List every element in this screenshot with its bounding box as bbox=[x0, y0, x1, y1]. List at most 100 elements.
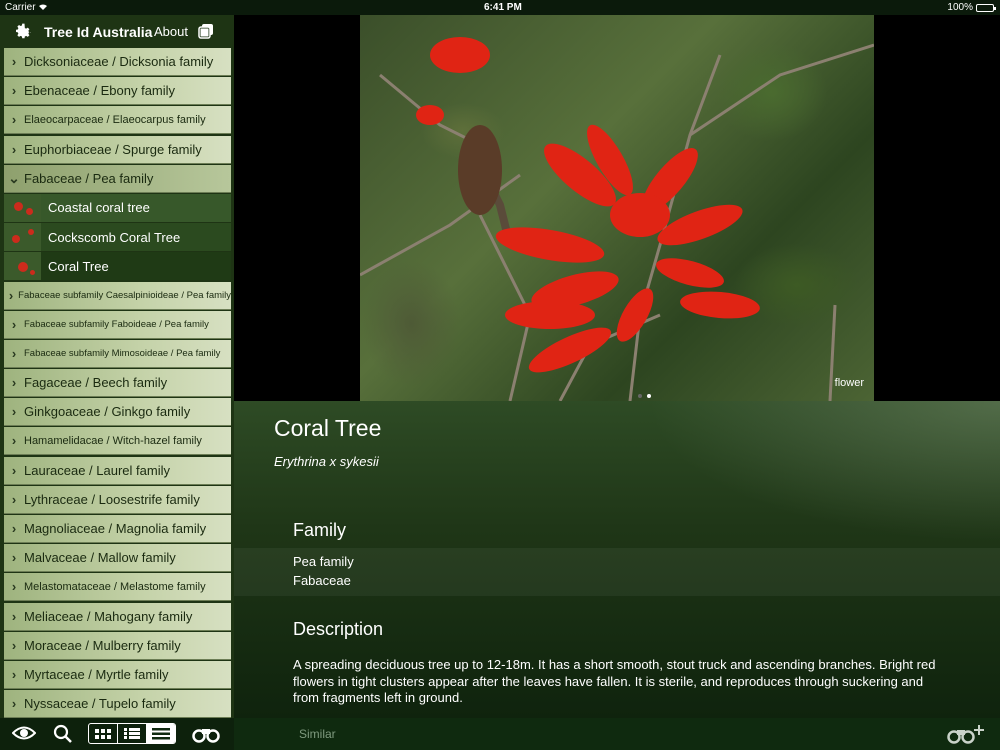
family-label: Lauraceae / Laurel family bbox=[24, 462, 170, 478]
status-bar: Carrier 6:41 PM 100% bbox=[0, 0, 1000, 15]
grid-view-button[interactable] bbox=[89, 724, 118, 743]
description-text: A spreading deciduous tree up to 12-18m.… bbox=[293, 657, 936, 705]
species-row[interactable]: Coral Tree bbox=[4, 252, 231, 281]
app-title: Tree Id Australia bbox=[44, 24, 153, 40]
plant-photo[interactable]: flower bbox=[360, 15, 874, 401]
sidebar-header: Tree Id Australia About bbox=[0, 15, 234, 48]
family-row[interactable]: › Hamamelidacae / Witch-hazel family bbox=[4, 427, 231, 456]
chevron-right-icon: › bbox=[8, 287, 14, 303]
photo-area: flower bbox=[234, 15, 1000, 401]
family-row[interactable]: › Ebenaceae / Ebony family bbox=[4, 77, 231, 106]
family-label: Nyssaceae / Tupelo family bbox=[24, 696, 176, 712]
gear-icon[interactable] bbox=[12, 21, 33, 42]
species-label: Cockscomb Coral Tree bbox=[48, 229, 181, 245]
chevron-right-icon: › bbox=[11, 462, 17, 478]
detail-panel: Coral Tree Erythrina x sykesii Family Pe… bbox=[234, 401, 1000, 718]
family-row[interactable]: › Lauraceae / Laurel family bbox=[4, 456, 231, 485]
chevron-right-icon: › bbox=[11, 666, 17, 682]
family-common: Pea family bbox=[293, 554, 354, 569]
family-label: Fabaceae subfamily Mimosoideae / Pea fam… bbox=[24, 347, 221, 359]
chevron-right-icon: › bbox=[11, 316, 17, 332]
family-label: Hamamelidacae / Witch-hazel family bbox=[24, 434, 202, 447]
family-row[interactable]: › Fabaceae subfamily Faboideae / Pea fami… bbox=[4, 310, 231, 339]
chevron-down-icon: ⌄ bbox=[8, 169, 20, 186]
family-row[interactable]: › Elaeocarpaceae / Elaeocarpus family bbox=[4, 106, 231, 135]
binoculars-add-icon[interactable] bbox=[946, 723, 986, 745]
status-time: 6:41 PM bbox=[484, 2, 522, 13]
battery-icon bbox=[976, 3, 996, 12]
chevron-right-icon: › bbox=[11, 83, 17, 99]
chevron-right-icon: › bbox=[11, 608, 17, 624]
chevron-right-icon: › bbox=[11, 491, 17, 507]
chevron-right-icon: › bbox=[11, 345, 17, 361]
search-icon[interactable] bbox=[53, 724, 73, 744]
chevron-right-icon: › bbox=[11, 637, 17, 653]
family-label: Fabaceae / Pea family bbox=[24, 170, 154, 186]
species-thumbnail bbox=[4, 223, 41, 252]
family-list: › Dicksoniaceae / Dicksonia family › Ebenac… bbox=[4, 48, 231, 718]
family-heading: Family bbox=[293, 520, 346, 540]
family-row[interactable]: › Ginkgoaceae / Ginkgo family bbox=[4, 398, 231, 427]
coral-flower-illustration bbox=[360, 37, 874, 401]
detail-list-icon bbox=[152, 727, 170, 739]
scientific-name: Erythrina x sykesii bbox=[274, 454, 379, 469]
family-label: Myrtaceae / Myrtle family bbox=[24, 666, 169, 682]
similar-label[interactable]: Similar bbox=[299, 727, 336, 741]
copy-icon[interactable] bbox=[198, 23, 214, 39]
species-row[interactable]: Cockscomb Coral Tree bbox=[4, 223, 231, 252]
chevron-right-icon: › bbox=[11, 112, 17, 128]
species-label: Coral Tree bbox=[48, 258, 109, 274]
chevron-right-icon: › bbox=[11, 375, 17, 391]
description-heading: Description bbox=[293, 619, 384, 639]
page-indicator[interactable] bbox=[638, 394, 651, 398]
family-row[interactable]: › Fabaceae subfamily Mimosoideae / Pea fa… bbox=[4, 339, 231, 368]
chevron-right-icon: › bbox=[11, 579, 17, 595]
family-row[interactable]: › Euphorbiaceae / Spurge family bbox=[4, 135, 231, 164]
chevron-right-icon: › bbox=[11, 54, 17, 69]
family-label: Fabaceae subfamily Faboideae / Pea famil… bbox=[24, 318, 209, 330]
family-label: Dicksoniaceae / Dicksonia family bbox=[24, 54, 214, 69]
family-row[interactable]: › Dicksoniaceae / Dicksonia family bbox=[4, 48, 231, 76]
family-latin: Fabaceae bbox=[293, 573, 351, 588]
family-row[interactable]: › Nyssaceae / Tupelo family bbox=[4, 690, 231, 718]
family-row[interactable]: › Meliaceae / Mahogany family bbox=[4, 602, 231, 631]
chevron-right-icon: › bbox=[11, 696, 17, 712]
family-row[interactable]: › Myrtaceae / Myrtle family bbox=[4, 660, 231, 689]
chevron-right-icon: › bbox=[11, 141, 17, 157]
family-label: Lythraceae / Loosestrife family bbox=[24, 491, 200, 507]
chevron-right-icon: › bbox=[11, 433, 17, 449]
carrier: Carrier bbox=[5, 2, 48, 13]
grid-view-icon bbox=[95, 728, 111, 739]
species-thumbnail bbox=[4, 193, 41, 222]
chevron-right-icon: › bbox=[11, 404, 17, 420]
family-row[interactable]: › Fabaceae subfamily Caesalpinioideae / P… bbox=[4, 281, 231, 310]
family-row[interactable]: › Malvaceae / Mallow family bbox=[4, 544, 231, 573]
photo-caption: flower bbox=[834, 377, 864, 389]
page-dot-active[interactable] bbox=[647, 394, 651, 398]
eye-icon[interactable] bbox=[12, 725, 36, 741]
family-row[interactable]: ⌄ Fabaceae / Pea family bbox=[4, 164, 231, 193]
chevron-right-icon: › bbox=[11, 521, 17, 536]
list-view-button[interactable] bbox=[118, 724, 147, 743]
common-name: Coral Tree bbox=[274, 415, 382, 441]
family-label: Ebenaceae / Ebony family bbox=[24, 83, 176, 99]
family-label: Fagaceae / Beech family bbox=[24, 375, 168, 391]
family-label: Magnoliaceae / Magnolia family bbox=[24, 521, 207, 536]
binoculars-icon[interactable] bbox=[192, 725, 220, 743]
family-label: Elaeocarpaceae / Elaeocarpus family bbox=[24, 113, 206, 126]
about-link[interactable]: About bbox=[154, 24, 188, 39]
battery: 100% bbox=[947, 2, 996, 13]
family-row[interactable]: › Melastomataceae / Melastome family bbox=[4, 573, 231, 602]
family-row[interactable]: › Fagaceae / Beech family bbox=[4, 369, 231, 398]
species-label: Coastal coral tree bbox=[48, 200, 150, 216]
family-label: Moraceae / Mulberry family bbox=[24, 637, 181, 653]
page-dot[interactable] bbox=[638, 394, 642, 398]
family-row[interactable]: › Magnoliaceae / Magnolia family bbox=[4, 515, 231, 543]
family-label: Fabaceae subfamily Caesalpinioideae / Pe… bbox=[18, 289, 231, 301]
sidebar: Tree Id Australia About › Dicksoniaceae /… bbox=[0, 15, 234, 718]
species-row[interactable]: Coastal coral tree bbox=[4, 193, 231, 222]
family-row[interactable]: › Lythraceae / Loosestrife family bbox=[4, 485, 231, 514]
family-row[interactable]: › Moraceae / Mulberry family bbox=[4, 631, 231, 660]
detail-list-button[interactable] bbox=[147, 724, 175, 743]
wifi-icon bbox=[39, 4, 48, 11]
